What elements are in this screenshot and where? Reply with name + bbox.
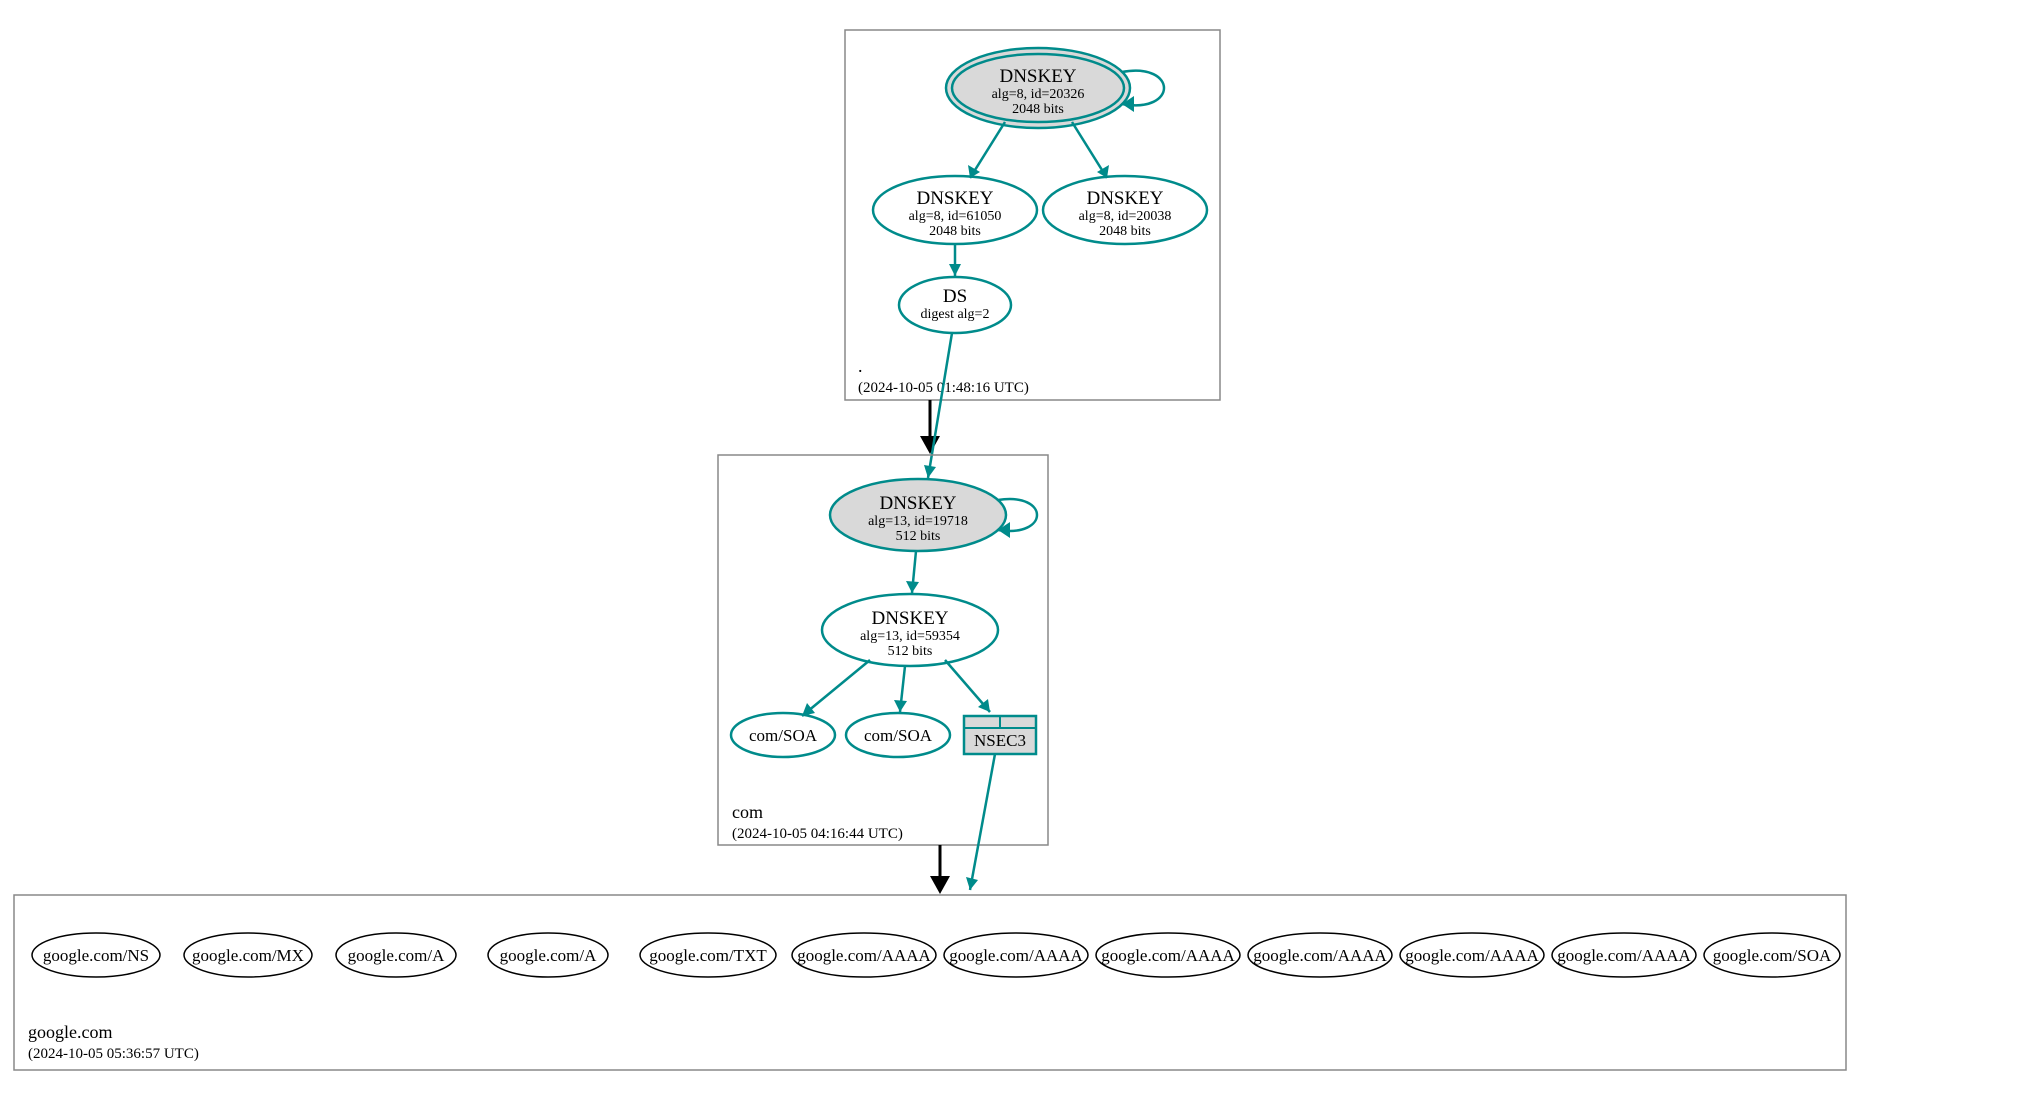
svg-text:google.com/AAAA: google.com/AAAA: [949, 946, 1083, 965]
node-record-2[interactable]: google.com/A: [336, 933, 456, 977]
svg-text:DNSKEY: DNSKEY: [871, 608, 948, 629]
node-dnskey-20326[interactable]: DNSKEY alg=8, id=20326 2048 bits: [946, 48, 1130, 128]
svg-text:DNSKEY: DNSKEY: [879, 493, 956, 514]
svg-text:alg=8, id=61050: alg=8, id=61050: [909, 209, 1002, 224]
zone-com-name: com: [732, 802, 763, 822]
edge-com-to-google-zone: [930, 845, 950, 894]
node-record-4[interactable]: google.com/TXT: [640, 933, 776, 977]
node-record-11[interactable]: google.com/SOA: [1704, 933, 1840, 977]
svg-text:alg=8, id=20038: alg=8, id=20038: [1079, 209, 1172, 224]
svg-text:google.com/AAAA: google.com/AAAA: [1101, 946, 1235, 965]
node-dnskey-59354[interactable]: DNSKEY alg=13, id=59354 512 bits: [822, 594, 998, 666]
node-com-soa-2[interactable]: com/SOA: [846, 713, 950, 757]
svg-text:google.com/A: google.com/A: [500, 946, 598, 965]
svg-text:google.com/AAAA: google.com/AAAA: [797, 946, 931, 965]
svg-text:DS: DS: [943, 286, 967, 307]
node-dnskey-61050[interactable]: DNSKEY alg=8, id=61050 2048 bits: [873, 176, 1037, 244]
svg-text:com/SOA: com/SOA: [749, 726, 818, 745]
svg-text:google.com/AAAA: google.com/AAAA: [1557, 946, 1691, 965]
zone-google: google.com (2024-10-05 05:36:57 UTC) goo…: [14, 895, 1846, 1070]
node-record-6[interactable]: google.com/AAAA: [944, 933, 1088, 977]
svg-text:2048 bits: 2048 bits: [929, 224, 981, 239]
svg-text:digest alg=2: digest alg=2: [921, 307, 990, 322]
svg-text:2048 bits: 2048 bits: [1012, 102, 1064, 117]
svg-text:google.com/NS: google.com/NS: [43, 946, 149, 965]
zone-com-timestamp: (2024-10-05 04:16:44 UTC): [732, 826, 903, 842]
svg-text:512 bits: 512 bits: [888, 644, 933, 659]
svg-text:alg=13, id=59354: alg=13, id=59354: [860, 629, 960, 644]
svg-text:google.com/AAAA: google.com/AAAA: [1253, 946, 1387, 965]
svg-text:alg=13, id=19718: alg=13, id=19718: [868, 514, 968, 529]
svg-text:com/SOA: com/SOA: [864, 726, 933, 745]
node-ds[interactable]: DS digest alg=2: [899, 277, 1011, 333]
edges-com-leaves: [802, 660, 990, 716]
svg-text:DNSKEY: DNSKEY: [916, 188, 993, 209]
node-record-3[interactable]: google.com/A: [488, 933, 608, 977]
node-com-soa-1[interactable]: com/SOA: [731, 713, 835, 757]
svg-text:DNSKEY: DNSKEY: [1086, 188, 1163, 209]
node-record-9[interactable]: google.com/AAAA: [1400, 933, 1544, 977]
svg-text:2048 bits: 2048 bits: [1099, 224, 1151, 239]
zone-com: com (2024-10-05 04:16:44 UTC) DNSKEY alg…: [718, 455, 1048, 845]
svg-text:google.com/AAAA: google.com/AAAA: [1405, 946, 1539, 965]
node-record-0[interactable]: google.com/NS: [32, 933, 160, 977]
zone-root: . (2024-10-05 01:48:16 UTC) DNSKEY alg=8…: [845, 30, 1220, 400]
svg-text:DNSKEY: DNSKEY: [999, 66, 1076, 87]
node-record-8[interactable]: google.com/AAAA: [1248, 933, 1392, 977]
node-record-1[interactable]: google.com/MX: [184, 933, 312, 977]
node-dnskey-19718[interactable]: DNSKEY alg=13, id=19718 512 bits: [830, 479, 1006, 551]
node-dnskey-20038[interactable]: DNSKEY alg=8, id=20038 2048 bits: [1043, 176, 1207, 244]
edge-nsec3-to-google: [966, 754, 995, 890]
node-record-10[interactable]: google.com/AAAA: [1552, 933, 1696, 977]
node-nsec3[interactable]: NSEC3: [964, 716, 1036, 754]
svg-text:alg=8, id=20326: alg=8, id=20326: [992, 87, 1085, 102]
svg-text:google.com/A: google.com/A: [348, 946, 446, 965]
edge-ds-to-com-ksk: [924, 333, 952, 478]
dnssec-diagram: . (2024-10-05 01:48:16 UTC) DNSKEY alg=8…: [0, 0, 2027, 1094]
node-record-5[interactable]: google.com/AAAA: [792, 933, 936, 977]
node-record-7[interactable]: google.com/AAAA: [1096, 933, 1240, 977]
svg-text:NSEC3: NSEC3: [974, 731, 1026, 750]
svg-text:512 bits: 512 bits: [896, 529, 941, 544]
zone-google-name: google.com: [28, 1022, 112, 1042]
zone-google-timestamp: (2024-10-05 05:36:57 UTC): [28, 1046, 199, 1062]
svg-text:google.com/SOA: google.com/SOA: [1713, 946, 1832, 965]
svg-text:google.com/TXT: google.com/TXT: [649, 946, 767, 965]
zone-root-name: .: [858, 356, 863, 376]
svg-text:google.com/MX: google.com/MX: [192, 946, 304, 965]
